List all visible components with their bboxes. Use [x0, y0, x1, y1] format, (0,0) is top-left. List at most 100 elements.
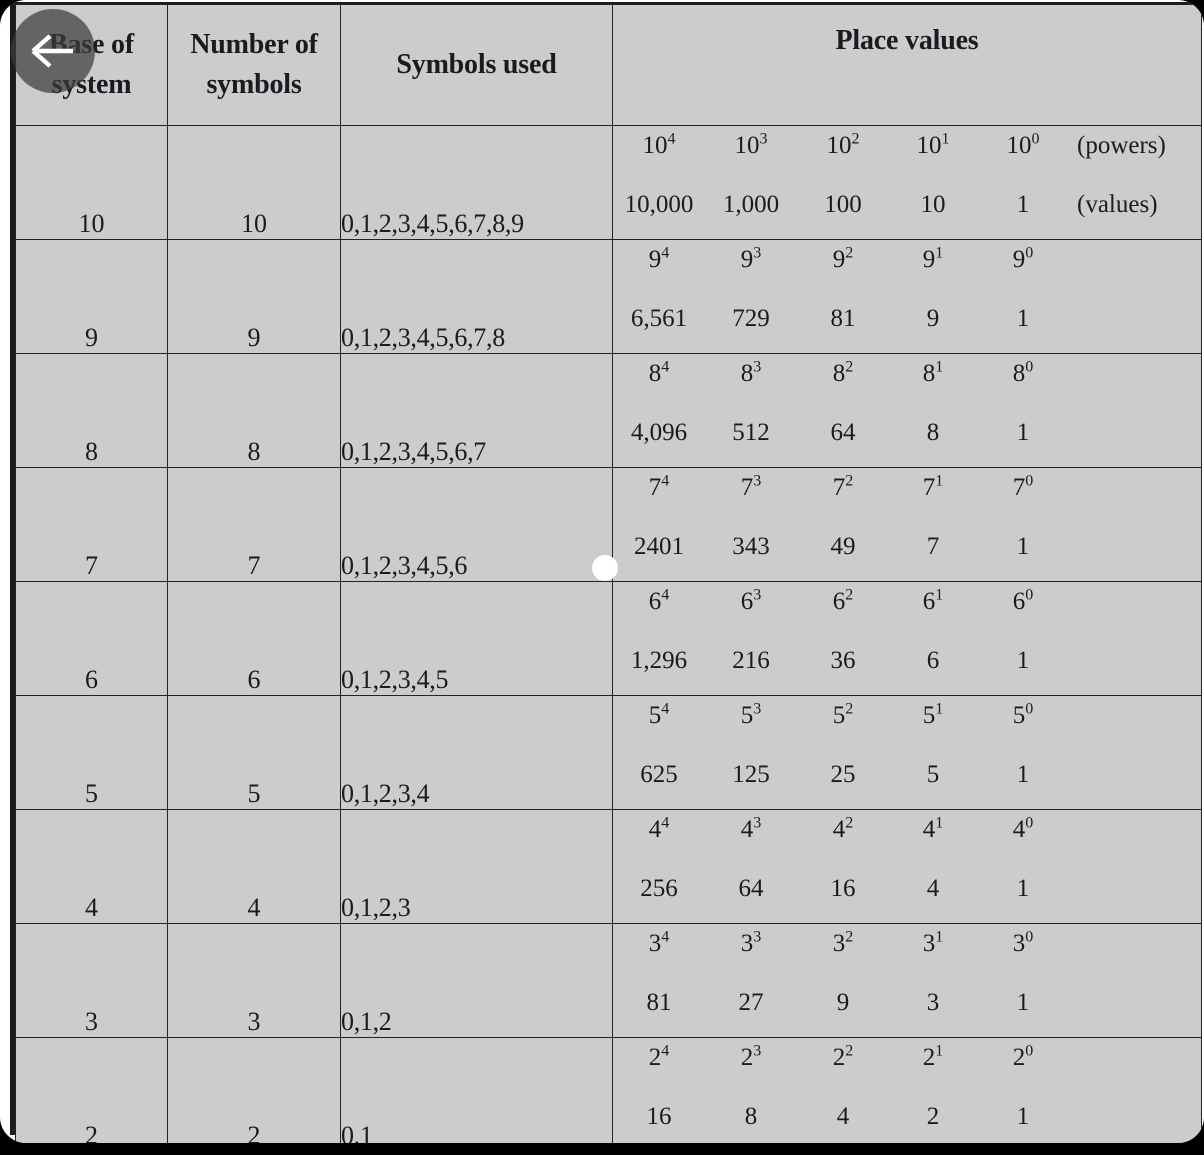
- place-value-power: 90: [977, 245, 1069, 274]
- place-value-number: 1: [1016, 305, 1030, 332]
- power-base: 5: [740, 702, 754, 729]
- place-value-number: 2401: [634, 533, 684, 560]
- place-value-power: 104: [613, 130, 705, 160]
- header-line-2: symbols: [206, 69, 302, 100]
- header-line-1: Number of: [190, 29, 318, 61]
- place-value-power: 43: [705, 815, 797, 844]
- power-exponent: 2: [845, 700, 854, 718]
- power-exponent: 1: [941, 130, 950, 148]
- cell-base-of-system: 4: [15, 809, 168, 924]
- cell-number-of-symbols: 4: [167, 809, 341, 924]
- place-value-power: 80: [977, 359, 1069, 388]
- power-exponent: 4: [661, 814, 670, 832]
- cell-number-of-symbols: 6: [167, 581, 341, 696]
- place-value-power: 84: [613, 359, 705, 388]
- power-exponent: 2: [845, 1042, 854, 1060]
- cell-number-of-symbols: 7: [167, 467, 341, 582]
- power-base: 4: [648, 816, 662, 843]
- power-exponent: 0: [1025, 472, 1034, 490]
- place-value-power: 71: [889, 472, 977, 502]
- power-base: 3: [648, 930, 662, 957]
- place-value-number: 4: [926, 875, 940, 902]
- power-exponent: 1: [935, 586, 944, 604]
- cell-symbols-used: 0,1,2,3: [340, 809, 613, 924]
- place-value-power: 60: [977, 586, 1069, 616]
- power-exponent: 3: [753, 1042, 762, 1060]
- power-base: 8: [922, 360, 936, 387]
- place-value-number: 81: [646, 989, 672, 1016]
- table-row: 8 8 0,1,2,3,4,5,6,7 84 83 82 81 80 4,096 512 64 8 1: [15, 353, 1202, 468]
- power-exponent: 3: [753, 244, 762, 262]
- touch-point-indicator: [592, 555, 618, 581]
- place-value-number: 1,296: [630, 647, 688, 674]
- power-base: 2: [1012, 1044, 1026, 1071]
- power-exponent: 1: [935, 1042, 944, 1060]
- place-value-number: 27: [738, 989, 764, 1016]
- power-base: 9: [832, 246, 846, 273]
- power-base: 7: [740, 474, 754, 501]
- place-values-grid: 24 23 22 21 20 16 8 4 2 1: [613, 1038, 1201, 1143]
- cell-symbols-used: 0,1,2,3,4: [340, 695, 613, 810]
- power-base: 6: [648, 588, 662, 615]
- place-value-number: 25: [830, 761, 856, 788]
- place-values-values-label: [1069, 333, 1201, 353]
- power-exponent: 0: [1025, 586, 1034, 604]
- cell-number-of-symbols: 9: [167, 239, 341, 354]
- place-value-number: 3: [926, 989, 940, 1016]
- place-value-power: 61: [889, 586, 977, 616]
- cell-place-values: 54 53 52 51 50 625 125 25 5 1: [612, 695, 1202, 810]
- place-value-number: 81: [830, 305, 856, 332]
- place-values-powers-label: (powers): [1077, 132, 1166, 159]
- place-value-power: 52: [797, 700, 889, 730]
- place-value-power: 21: [889, 1042, 977, 1072]
- place-value-power: 62: [797, 587, 889, 616]
- place-value-number: 36: [830, 647, 856, 674]
- cell-symbols-used: 0,1,2: [340, 923, 613, 1038]
- power-exponent: 4: [667, 130, 676, 148]
- header-line-1: Symbols used: [396, 49, 557, 81]
- cell-place-values: 104 103 102 101 100 (powers) 10,000 1,000 100 10 1…: [612, 125, 1202, 240]
- place-value-number: 1: [1016, 647, 1030, 674]
- power-exponent: 1: [935, 358, 944, 376]
- place-values-values-label: [1069, 903, 1201, 923]
- power-base: 9: [1012, 246, 1026, 273]
- power-base: 7: [922, 474, 936, 501]
- place-value-power: 93: [705, 244, 797, 274]
- place-value-number: 1: [1016, 419, 1030, 446]
- power-exponent: 0: [1025, 1042, 1034, 1060]
- header-line-1: Place values: [835, 25, 979, 56]
- place-value-number: 64: [830, 419, 856, 446]
- cell-place-values: 84 83 82 81 80 4,096 512 64 8 1: [612, 353, 1202, 468]
- place-value-number: 1: [1016, 761, 1030, 788]
- place-value-power: 63: [705, 587, 797, 616]
- place-values-values-label: (values): [1077, 191, 1158, 218]
- power-exponent: 2: [845, 472, 854, 490]
- place-value-power: 82: [797, 359, 889, 388]
- screen-viewport: Base of system Number of symbols Symbols…: [0, 0, 1204, 1155]
- place-value-power: 30: [977, 929, 1069, 958]
- place-values-grid: 84 83 82 81 80 4,096 512 64 8 1: [613, 354, 1201, 467]
- table-row: 9 9 0,1,2,3,4,5,6,7,8 94 93 92 91 90 6,561 729 81 9…: [15, 239, 1202, 354]
- back-button[interactable]: [11, 9, 95, 93]
- power-exponent: 3: [753, 928, 762, 946]
- place-values-grid: 34 33 32 31 30 81 27 9 3 1: [613, 924, 1201, 1037]
- table-row: 4 4 0,1,2,3 44 43 42 41 40 256 64 16 4 1: [15, 809, 1202, 924]
- place-value-number: 625: [640, 761, 678, 788]
- place-value-power: 23: [705, 1042, 797, 1072]
- place-value-power: 41: [889, 815, 977, 844]
- place-value-number: 6: [926, 647, 940, 674]
- place-value-number: 2: [926, 1103, 940, 1130]
- power-base: 8: [740, 360, 754, 387]
- power-exponent: 1: [935, 472, 944, 490]
- power-base: 8: [1012, 360, 1026, 387]
- table-row: 6 6 0,1,2,3,4,5 64 63 62 61 60 1,296 216 36 6 1: [15, 581, 1202, 696]
- power-exponent: 2: [845, 928, 854, 946]
- cell-base-of-system: 8: [15, 353, 168, 468]
- place-value-number: 1: [1016, 1103, 1030, 1130]
- place-value-power: 70: [977, 472, 1069, 502]
- cell-base-of-system: 5: [15, 695, 168, 810]
- power-base: 6: [1012, 588, 1026, 615]
- power-base: 4: [832, 816, 846, 843]
- place-value-power: 44: [613, 814, 705, 844]
- place-value-number: 10,000: [624, 191, 694, 218]
